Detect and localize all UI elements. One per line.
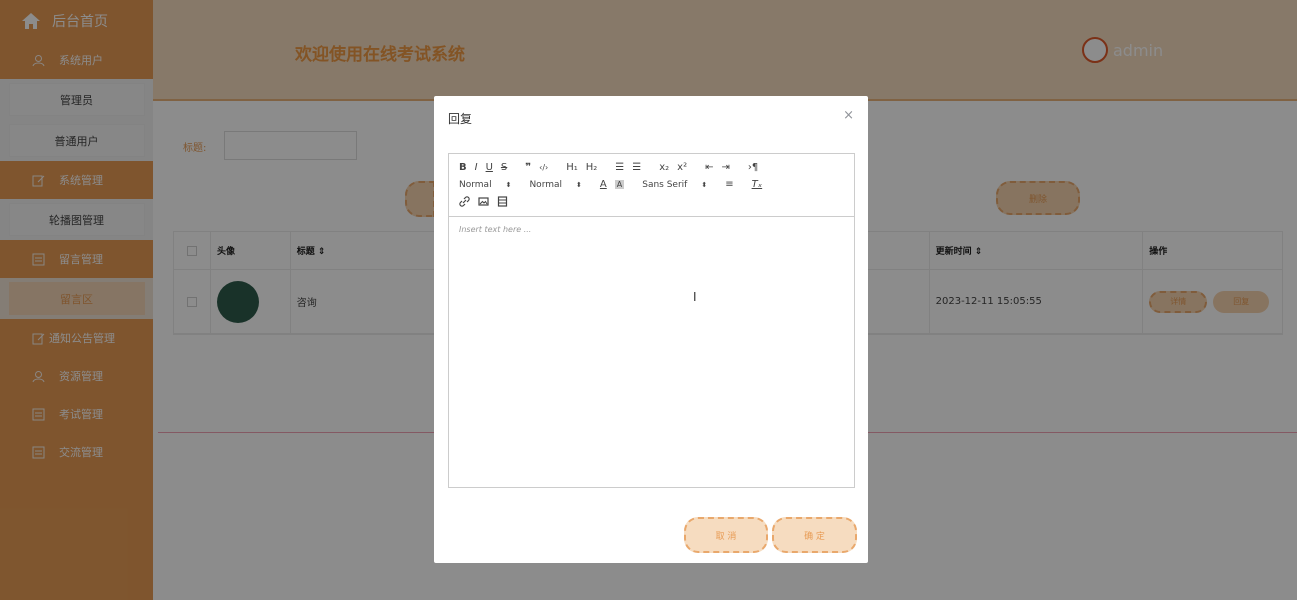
image-icon[interactable] <box>478 196 489 207</box>
text-color-icon[interactable]: A <box>600 179 607 190</box>
link-icon[interactable] <box>459 196 470 207</box>
text-direction-icon[interactable]: ›¶ <box>748 162 758 173</box>
video-icon[interactable] <box>497 196 508 207</box>
indent-icon[interactable]: ⇥ <box>722 162 730 173</box>
editor-placeholder: Insert text here ... <box>459 225 532 234</box>
dialog-title: 回复 <box>448 112 473 126</box>
background-color-icon[interactable]: A <box>614 180 625 189</box>
toolbar-row <box>459 193 844 210</box>
ordered-list-icon[interactable]: ☰ <box>615 162 624 173</box>
superscript-icon[interactable]: x² <box>677 162 687 173</box>
h2-icon[interactable]: H₂ <box>586 162 598 173</box>
header-picker[interactable]: Normal ⬍ <box>529 180 581 190</box>
text-cursor-icon: I <box>693 290 697 304</box>
font-picker[interactable]: Sans Serif ⬍ <box>642 180 707 190</box>
font-picker-value: Sans Serif <box>642 179 688 190</box>
toolbar-row: B I U S ❞ ‹/› H₁ H₂ ☰ ☰ x₂ x² ⇤ ⇥ ›¶ <box>459 159 844 176</box>
reply-dialog: 回复 × B I U S ❞ ‹/› H₁ H₂ ☰ ☰ x₂ x² ⇤ ⇥ ›… <box>434 96 868 563</box>
outdent-icon[interactable]: ⇤ <box>705 162 713 173</box>
bold-icon[interactable]: B <box>459 162 467 173</box>
chevron-down-icon: ⬍ <box>505 180 512 189</box>
editor-toolbar: B I U S ❞ ‹/› H₁ H₂ ☰ ☰ x₂ x² ⇤ ⇥ ›¶ Nor… <box>449 154 854 217</box>
chevron-down-icon: ⬍ <box>576 180 582 189</box>
editor-content[interactable]: Insert text here ... <box>449 217 854 487</box>
code-block-icon[interactable]: ‹/› <box>539 163 548 172</box>
underline-icon[interactable]: U <box>486 162 493 173</box>
cancel-button[interactable]: 取 消 <box>684 517 768 553</box>
align-icon[interactable]: ≡ <box>725 179 733 190</box>
strike-icon[interactable]: S <box>501 162 507 173</box>
chevron-down-icon: ⬍ <box>701 180 708 189</box>
italic-icon[interactable]: I <box>475 162 478 173</box>
bullet-list-icon[interactable]: ☰ <box>632 162 641 173</box>
subscript-icon[interactable]: x₂ <box>659 162 669 173</box>
size-picker[interactable]: Normal ⬍ <box>459 180 511 190</box>
toolbar-row: Normal ⬍ Normal ⬍ A A Sans Serif ⬍ ≡ Tₓ <box>459 176 844 193</box>
h1-icon[interactable]: H₁ <box>566 162 578 173</box>
confirm-button[interactable]: 确 定 <box>772 517 857 553</box>
size-picker-value: Normal <box>459 179 492 190</box>
close-icon[interactable]: × <box>843 108 854 123</box>
header-picker-value: Normal <box>529 179 563 190</box>
rich-text-editor: B I U S ❞ ‹/› H₁ H₂ ☰ ☰ x₂ x² ⇤ ⇥ ›¶ Nor… <box>448 153 855 488</box>
clear-format-icon[interactable]: Tₓ <box>752 179 763 190</box>
blockquote-icon[interactable]: ❞ <box>525 162 531 173</box>
